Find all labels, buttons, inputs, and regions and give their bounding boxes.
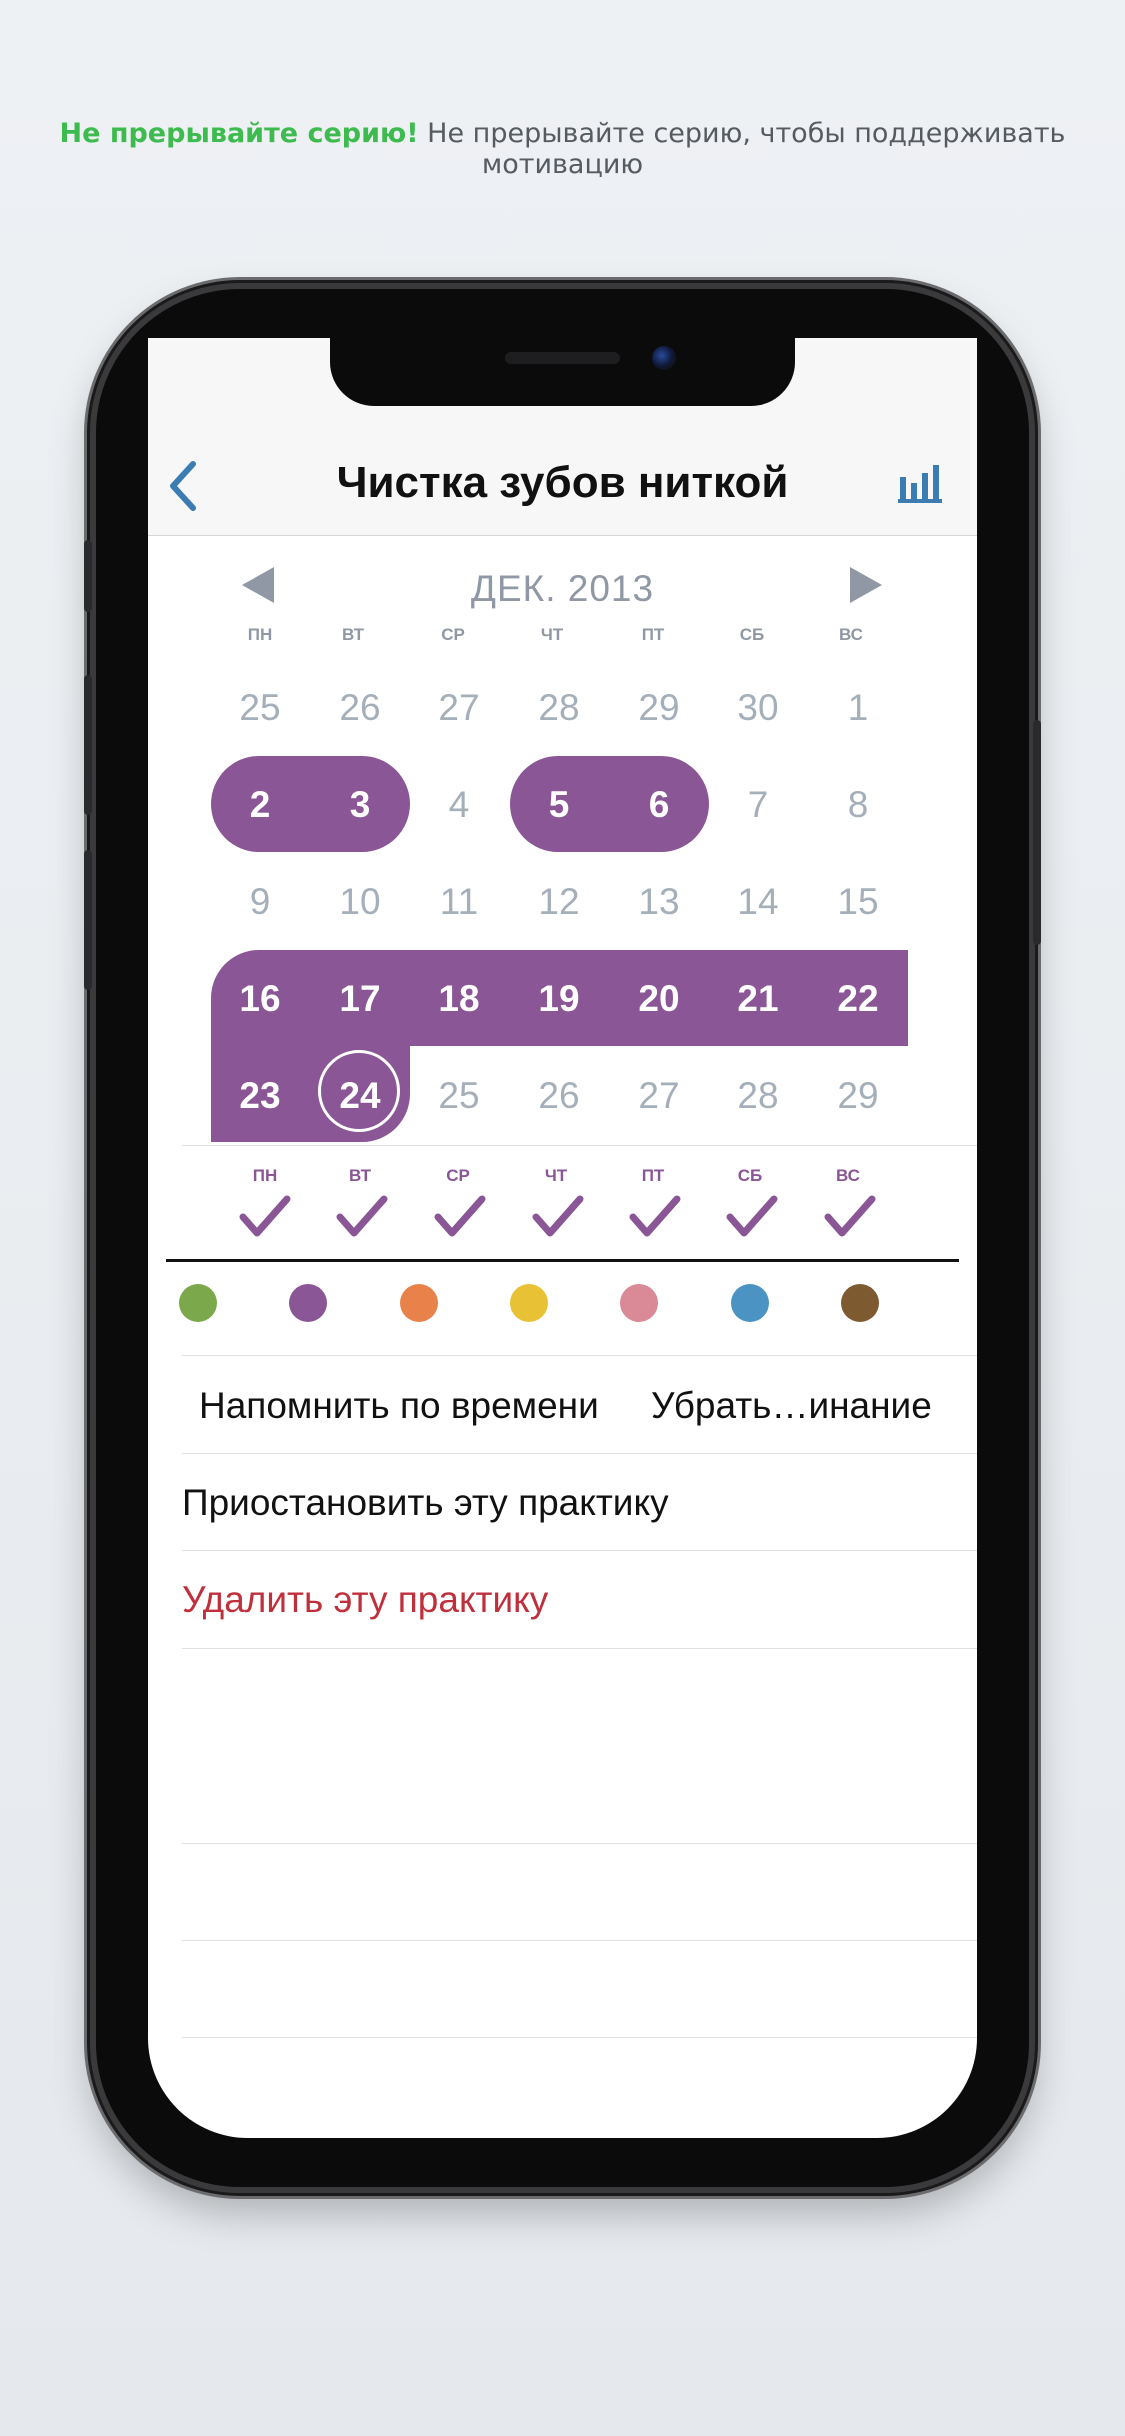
calendar-day[interactable]: 23 (215, 1051, 305, 1141)
pause-practice-button[interactable]: Приостановить эту практику (182, 1482, 669, 1524)
schedule-weekday: СБ (737, 1166, 763, 1185)
divider (182, 1940, 977, 1941)
back-chevron-icon[interactable] (165, 458, 199, 514)
calendar-day[interactable]: 3 (315, 760, 405, 850)
calendar-day[interactable]: 25 (414, 1051, 504, 1141)
calendar-day[interactable]: 7 (713, 760, 803, 850)
previous-month-icon[interactable] (240, 565, 276, 605)
color-swatch[interactable] (620, 1284, 658, 1322)
remove-reminder-button[interactable]: Убрать…инание (651, 1385, 932, 1427)
today-marker (318, 1050, 400, 1132)
calendar-day[interactable]: 27 (614, 1051, 704, 1141)
power-button (1033, 720, 1041, 945)
schedule-weekday: ВТ (348, 1166, 371, 1185)
remind-by-time-button[interactable]: Напомнить по времени (199, 1385, 599, 1427)
calendar-day[interactable]: 26 (514, 1051, 604, 1141)
divider (182, 1145, 977, 1146)
calendar-day[interactable]: 14 (713, 857, 803, 947)
calendar-day[interactable]: 5 (514, 760, 604, 850)
color-swatch[interactable] (400, 1284, 438, 1322)
schedule-weekday: ПТ (641, 1166, 665, 1185)
checkmark-icon[interactable] (432, 1193, 488, 1241)
calendar-day[interactable]: 8 (813, 760, 903, 850)
calendar-day[interactable]: 28 (514, 663, 604, 753)
divider (182, 1648, 977, 1649)
delete-practice-button[interactable]: Удалить эту практику (182, 1579, 548, 1621)
checkmark-icon[interactable] (627, 1193, 683, 1241)
divider (182, 1355, 977, 1356)
volume-down-button (84, 850, 92, 990)
calendar-day[interactable]: 9 (215, 857, 305, 947)
weekday-label: ПН (247, 625, 273, 644)
habit-title: Чистка зубов ниткой (336, 458, 789, 507)
divider (182, 1453, 977, 1454)
calendar-day[interactable]: 21 (713, 954, 803, 1044)
color-picker-divider (166, 1259, 959, 1262)
color-swatch[interactable] (179, 1284, 217, 1322)
weekday-label: ВТ (341, 625, 364, 644)
calendar-day[interactable]: 13 (614, 857, 704, 947)
schedule-weekday: ЧТ (544, 1166, 568, 1185)
color-swatch[interactable] (841, 1284, 879, 1322)
calendar-day[interactable]: 22 (813, 954, 903, 1044)
calendar-day[interactable]: 26 (315, 663, 405, 753)
promo-highlight: Не прерывайте серию! (59, 118, 419, 149)
calendar-day[interactable]: 10 (315, 857, 405, 947)
speaker-grille (505, 352, 620, 364)
checkmark-icon[interactable] (822, 1193, 878, 1241)
promo-text: Не прерывайте серию, чтобы поддерживать … (427, 118, 1066, 180)
calendar-day[interactable]: 17 (315, 954, 405, 1044)
schedule-weekday: СР (446, 1166, 470, 1185)
front-camera (652, 346, 676, 370)
divider (182, 2037, 977, 2038)
next-month-icon[interactable] (848, 565, 884, 605)
calendar-day[interactable]: 16 (215, 954, 305, 1044)
calendar-day[interactable]: 29 (813, 1051, 903, 1141)
weekday-label: ПТ (641, 625, 665, 644)
checkmark-icon[interactable] (237, 1193, 293, 1241)
checkmark-icon[interactable] (530, 1193, 586, 1241)
calendar-day[interactable]: 19 (514, 954, 604, 1044)
checkmark-icon[interactable] (724, 1193, 780, 1241)
divider (182, 1550, 977, 1551)
calendar-day[interactable]: 29 (614, 663, 704, 753)
calendar-day[interactable]: 11 (414, 857, 504, 947)
calendar-day[interactable]: 15 (813, 857, 903, 947)
weekday-label: ВС (839, 625, 863, 644)
calendar-day[interactable]: 12 (514, 857, 604, 947)
calendar-day[interactable]: 28 (713, 1051, 803, 1141)
calendar-day[interactable]: 30 (713, 663, 803, 753)
divider (182, 1843, 977, 1844)
notch (330, 338, 795, 406)
color-swatch[interactable] (289, 1284, 327, 1322)
silent-switch (84, 540, 92, 612)
bar-chart-icon[interactable] (898, 463, 942, 503)
month-label: ДЕК. 2013 (470, 568, 655, 609)
color-swatch[interactable] (731, 1284, 769, 1322)
weekday-label: ЧТ (540, 625, 564, 644)
calendar-day[interactable]: 20 (614, 954, 704, 1044)
calendar-day[interactable]: 25 (215, 663, 305, 753)
volume-up-button (84, 675, 92, 815)
schedule-weekday: ВС (836, 1166, 860, 1185)
checkmark-icon[interactable] (334, 1193, 390, 1241)
calendar-day[interactable]: 6 (614, 760, 704, 850)
weekday-label: СБ (739, 625, 765, 644)
calendar-day[interactable]: 27 (414, 663, 504, 753)
weekday-label: СР (441, 625, 465, 644)
calendar-day[interactable]: 4 (414, 760, 504, 850)
calendar-day[interactable]: 1 (813, 663, 903, 753)
schedule-weekday: ПН (252, 1166, 278, 1185)
calendar-day[interactable]: 18 (414, 954, 504, 1044)
color-swatch[interactable] (510, 1284, 548, 1322)
promo-headline: Не прерывайте серию! Не прерывайте серию… (0, 118, 1125, 180)
calendar-day[interactable]: 2 (215, 760, 305, 850)
